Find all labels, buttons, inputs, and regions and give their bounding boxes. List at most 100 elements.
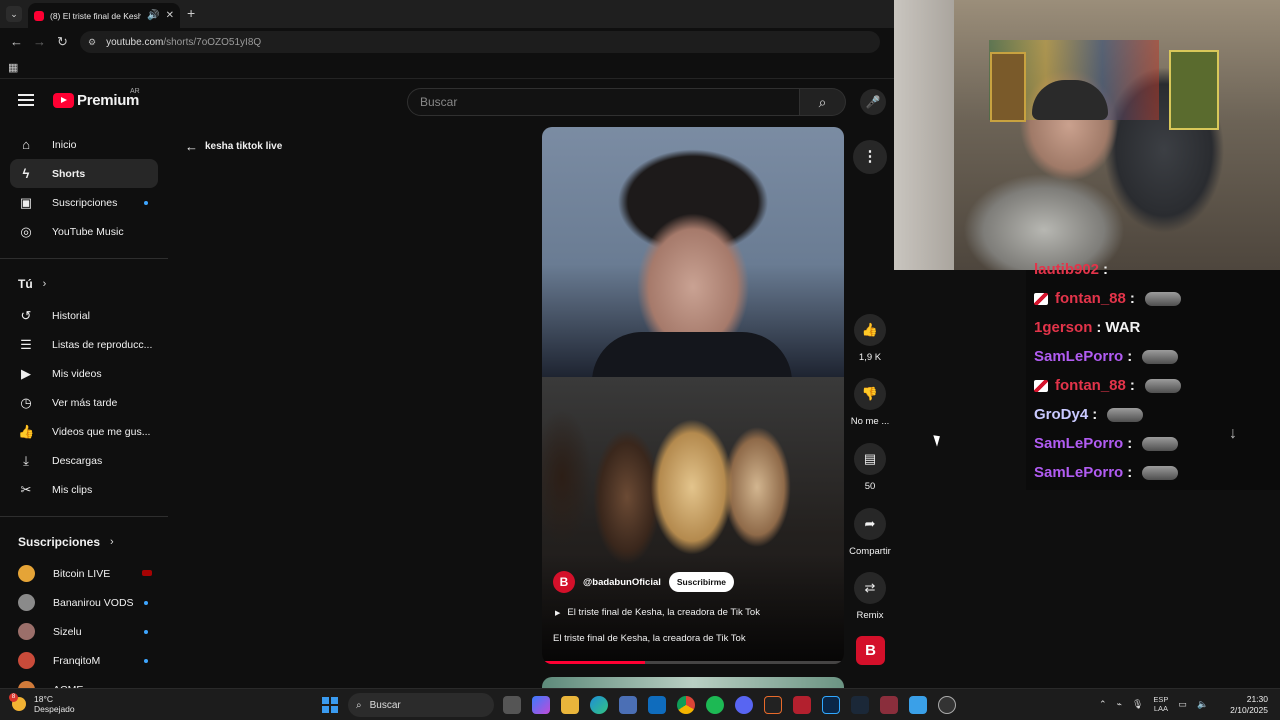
audio-source-button[interactable]: B bbox=[856, 636, 885, 665]
sidebar-item-descargas[interactable]: ⤓ Descargas bbox=[10, 446, 158, 475]
sidebar-item-label: Sizelu bbox=[53, 625, 82, 638]
chat-separator: : bbox=[1129, 290, 1135, 307]
lang-bottom: LAA bbox=[1153, 704, 1168, 713]
like-count: 1,9 K bbox=[858, 352, 882, 363]
more-vert-icon: ⋮ bbox=[862, 148, 878, 165]
dislike-button[interactable]: 👎 bbox=[854, 378, 886, 410]
chat-username: 1gerson bbox=[1034, 319, 1093, 336]
sidebar-item-mis-clips[interactable]: ✂ Mis clips bbox=[10, 475, 158, 504]
sidebar-subscriptions-header[interactable]: Suscripciones › bbox=[0, 529, 170, 555]
tab-search-menu-button[interactable]: ⌄ bbox=[6, 6, 22, 22]
temperature: 18°C bbox=[34, 694, 53, 704]
sidebar-you-header[interactable]: Tú › bbox=[0, 271, 170, 297]
discord-icon[interactable] bbox=[735, 696, 753, 714]
volume-icon[interactable]: 🔈 bbox=[1197, 699, 1208, 710]
app-icon[interactable] bbox=[880, 696, 898, 714]
language-indicator[interactable]: ESP LAA bbox=[1153, 695, 1168, 713]
notepad-icon[interactable] bbox=[909, 696, 927, 714]
sidebar-item-franqitom[interactable]: FranqitoM bbox=[10, 646, 158, 675]
short-title[interactable]: El triste final de Kesha, la creadora de… bbox=[553, 633, 746, 644]
dislike-action: 👎 No me ... bbox=[844, 378, 896, 427]
url-field[interactable]: ⚙ youtube.com/shorts/7oOZO51yI8Q bbox=[80, 31, 880, 53]
sidebar-item-label: Mis videos bbox=[52, 367, 102, 380]
apps-grid-icon[interactable]: ▦ bbox=[8, 61, 18, 74]
sidebar-item-sizelu[interactable]: Sizelu bbox=[10, 617, 158, 646]
menu-hamburger-icon[interactable] bbox=[18, 94, 34, 106]
speaker-icon[interactable]: 🔊 bbox=[147, 10, 159, 21]
arrow-down-icon[interactable]: ↓ bbox=[1229, 425, 1237, 443]
windows-taskbar: 8 18°C Despejado ⌕ Buscar ⌃ ⌁ 🎙 ESP LAA bbox=[0, 688, 1280, 720]
weather-widget[interactable]: 8 18°C Despejado bbox=[9, 693, 75, 714]
spotify-icon[interactable] bbox=[706, 696, 724, 714]
outlook-icon[interactable] bbox=[648, 696, 666, 714]
task-view-icon[interactable] bbox=[503, 696, 521, 714]
sidebar-item-inicio[interactable]: ⌂ Inicio bbox=[10, 130, 158, 159]
channel-avatar bbox=[18, 623, 35, 640]
sidebar-item-suscripciones[interactable]: ▣ Suscripciones bbox=[10, 188, 158, 217]
close-tab-icon[interactable]: ✕ bbox=[166, 10, 174, 21]
edge-icon[interactable] bbox=[590, 696, 608, 714]
steam-icon[interactable] bbox=[851, 696, 869, 714]
site-info-icon[interactable]: ⚙ bbox=[88, 37, 96, 48]
time: 21:30 bbox=[1246, 694, 1268, 704]
sidebar-item-shorts[interactable]: ϟ Shorts bbox=[10, 159, 158, 188]
new-tab-button[interactable]: + bbox=[187, 5, 195, 21]
sidebar-item-ver-mas-tarde[interactable]: ◷ Ver más tarde bbox=[10, 388, 158, 417]
chevron-up-icon[interactable]: ⌃ bbox=[1099, 699, 1107, 710]
chat-message: lautib902: bbox=[1034, 261, 1108, 278]
youtube-premium-logo[interactable]: Premium AR bbox=[53, 88, 140, 109]
reload-icon[interactable]: ↻ bbox=[57, 34, 68, 50]
browser-tab[interactable]: (8) El triste final de Kesha, la 🔊 ✕ bbox=[28, 3, 180, 28]
windows-start-icon[interactable] bbox=[322, 697, 338, 713]
sidebar-item-listas[interactable]: ☰ Listas de reproducc... bbox=[10, 330, 158, 359]
related-video-link[interactable]: ▶ El triste final de Kesha, la creadora … bbox=[555, 607, 760, 618]
remix-label: Remix bbox=[856, 610, 884, 621]
network-icon[interactable]: ⌁ bbox=[1117, 699, 1122, 710]
controller-emote-icon bbox=[1144, 378, 1181, 393]
copilot-icon[interactable] bbox=[532, 696, 550, 714]
remix-button[interactable]: ⇄ bbox=[854, 572, 886, 604]
more-options-button[interactable]: ⋮ bbox=[853, 140, 887, 174]
sidebar-item-label: YouTube Music bbox=[52, 225, 124, 238]
new-content-dot bbox=[144, 601, 148, 605]
sidebar-item-bitcoin-live[interactable]: Bitcoin LIVE bbox=[10, 559, 158, 588]
comments-button[interactable]: ▤ bbox=[854, 443, 886, 475]
search-button[interactable]: ⌕ bbox=[800, 88, 846, 116]
sidebar-item-bananirou-vods[interactable]: Bananirou VODS bbox=[10, 588, 158, 617]
clock[interactable]: 21:30 2/10/2025 bbox=[1226, 694, 1268, 716]
back-arrow-icon[interactable]: ← bbox=[10, 34, 23, 49]
display-icon[interactable]: ▭ bbox=[1178, 699, 1187, 710]
back-to-search-link[interactable]: ← kesha tiktok live bbox=[185, 139, 282, 154]
progress-bar[interactable] bbox=[542, 661, 844, 664]
obs-icon[interactable] bbox=[938, 696, 956, 714]
app-icon[interactable] bbox=[793, 696, 811, 714]
forward-arrow-icon[interactable]: → bbox=[33, 34, 46, 49]
subscribe-button[interactable]: Suscribirme bbox=[668, 572, 735, 592]
taskbar-search[interactable]: ⌕ Buscar bbox=[348, 693, 494, 717]
voice-search-button[interactable]: 🎤 bbox=[860, 89, 886, 115]
store-icon[interactable] bbox=[619, 696, 637, 714]
section-title: Suscripciones bbox=[18, 535, 101, 549]
chat-message: fontan_88: bbox=[1034, 290, 1181, 307]
sidebar-item-historial[interactable]: ↺ Historial bbox=[10, 301, 158, 330]
chat-separator: : bbox=[1096, 319, 1102, 336]
photoshop-icon[interactable] bbox=[822, 696, 840, 714]
like-button[interactable]: 👍 bbox=[854, 314, 886, 346]
file-explorer-icon[interactable] bbox=[561, 696, 579, 714]
editor-icon[interactable] bbox=[764, 696, 782, 714]
weather-badge: 8 bbox=[9, 693, 18, 702]
microphone-icon[interactable]: 🎙 bbox=[1132, 699, 1143, 710]
channel-handle[interactable]: @badabunOficial bbox=[583, 577, 661, 588]
chrome-icon[interactable] bbox=[677, 696, 695, 714]
search-input[interactable]: Buscar bbox=[407, 88, 800, 116]
shorts-player[interactable]: B @badabunOficial Suscribirme ▶ El trist… bbox=[542, 127, 844, 664]
sidebar-item-label: Inicio bbox=[52, 138, 77, 151]
share-button[interactable]: ➦ bbox=[854, 508, 886, 540]
search-query-label: kesha tiktok live bbox=[205, 141, 283, 152]
sidebar-item-youtube-music[interactable]: ◎ YouTube Music bbox=[10, 217, 158, 246]
system-tray: ⌃ ⌁ 🎙 ESP LAA ▭ 🔈 bbox=[1099, 695, 1208, 713]
playlists-icon: ☰ bbox=[20, 336, 32, 352]
sidebar-item-videos-gustan[interactable]: 👍 Videos que me gus... bbox=[10, 417, 158, 446]
channel-avatar[interactable]: B bbox=[553, 571, 575, 593]
sidebar-item-mis-videos[interactable]: ▶ Mis videos bbox=[10, 359, 158, 388]
